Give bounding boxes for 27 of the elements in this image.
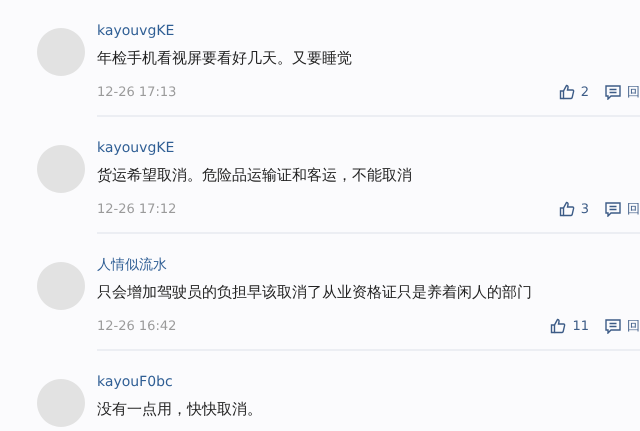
timestamp: 12-26 16:42 bbox=[97, 318, 176, 334]
thumbs-up-icon bbox=[558, 84, 575, 100]
like-button[interactable]: 11 bbox=[550, 318, 589, 334]
reply-button[interactable]: 回 bbox=[605, 317, 640, 335]
avatar bbox=[37, 145, 85, 193]
username[interactable]: 人情似流水 bbox=[97, 256, 640, 274]
like-button[interactable]: 2 bbox=[558, 84, 589, 100]
avatar bbox=[37, 379, 85, 427]
thumbs-up-icon bbox=[558, 201, 575, 217]
username[interactable]: kayouF0bc bbox=[97, 373, 640, 391]
comment-text: 只会增加驾驶员的负担早该取消了从业资格证只是养着闲人的部门 bbox=[97, 282, 533, 302]
timestamp: 12-26 17:12 bbox=[97, 202, 176, 216]
username[interactable]: kayouvgKE bbox=[97, 139, 640, 157]
reply-button[interactable]: 回 bbox=[605, 200, 640, 218]
username[interactable]: kayouvgKE bbox=[97, 22, 640, 40]
comment-icon bbox=[605, 202, 621, 216]
comment-text: 没有一点用，快快取消。 bbox=[97, 399, 263, 419]
thumbs-up-icon bbox=[550, 318, 566, 334]
comment-text: 货运希望取消。危险品运输证和客运，不能取消 bbox=[97, 165, 413, 185]
avatar bbox=[37, 28, 85, 76]
avatar bbox=[37, 262, 85, 310]
reply-button[interactable]: 回 bbox=[605, 83, 640, 101]
timestamp: 12-26 17:13 bbox=[97, 84, 176, 100]
comment-icon bbox=[605, 84, 621, 100]
like-button[interactable]: 3 bbox=[558, 201, 589, 217]
comment-text: 年检手机看视屏要看好几天。又要睡觉 bbox=[97, 48, 353, 68]
comment-icon bbox=[605, 318, 621, 334]
